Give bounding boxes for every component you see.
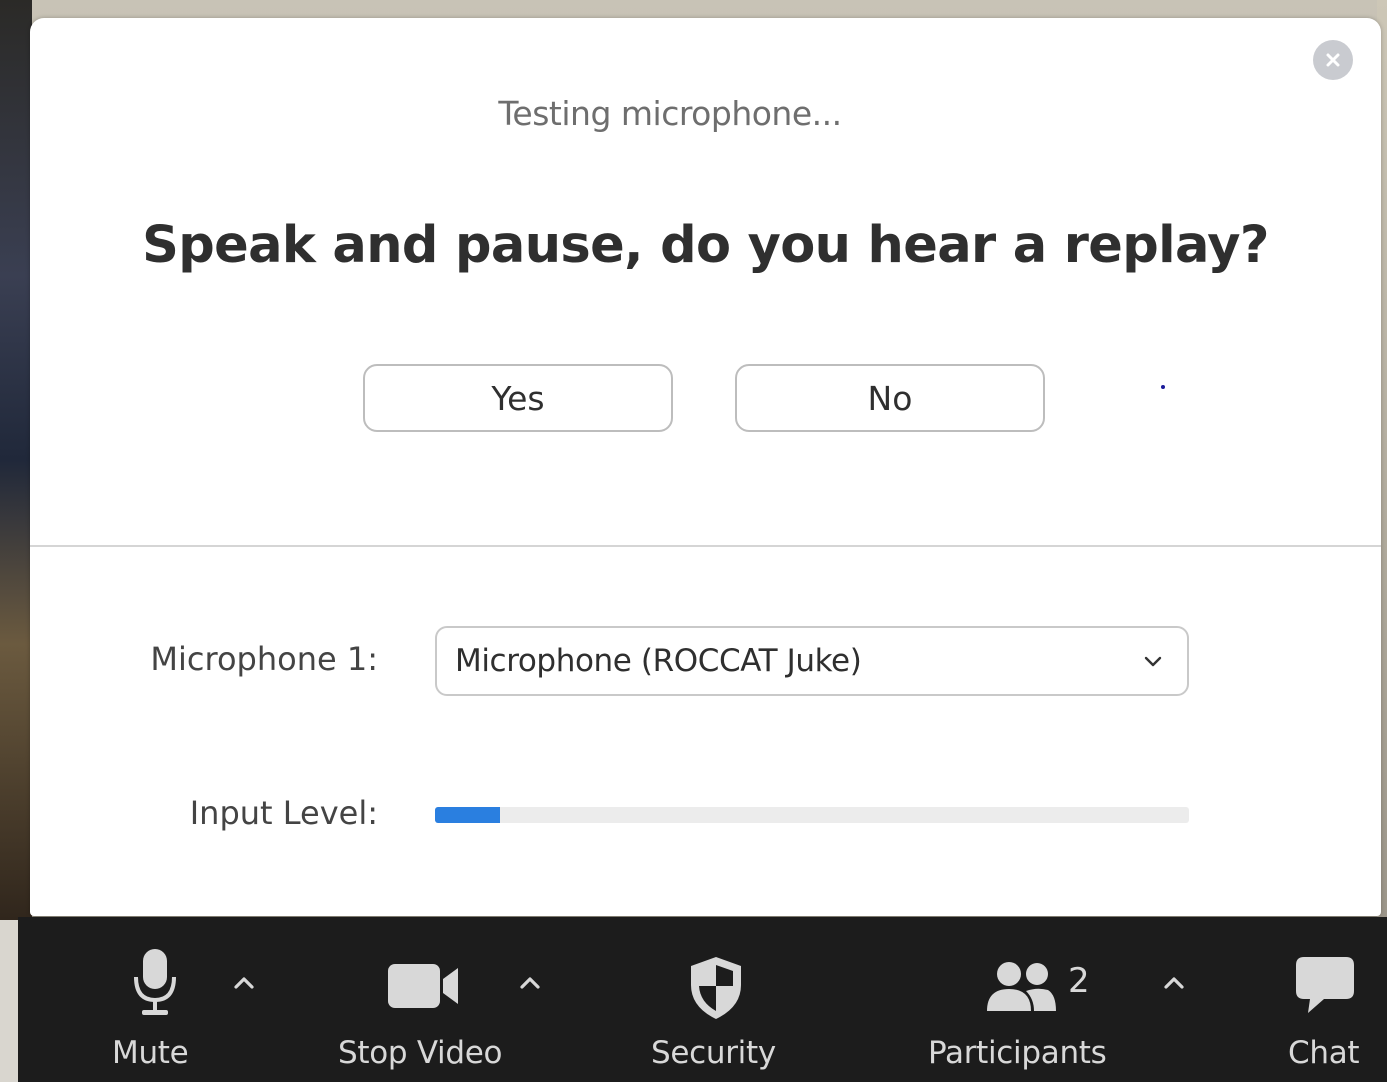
chevron-down-icon bbox=[1144, 656, 1162, 667]
close-button[interactable] bbox=[1313, 40, 1353, 80]
chat-button[interactable]: Chat bbox=[1280, 917, 1380, 1082]
status-text: Testing microphone... bbox=[498, 94, 842, 133]
microphone-test-dialog: Testing microphone... Speak and pause, d… bbox=[30, 18, 1381, 916]
input-level-label: Input Level: bbox=[189, 794, 378, 832]
yes-button[interactable]: Yes bbox=[363, 364, 673, 432]
stop-video-label: Stop Video bbox=[338, 1035, 503, 1071]
no-button[interactable]: No bbox=[735, 364, 1045, 432]
video-camera-icon bbox=[388, 964, 458, 1008]
background-video-left-edge bbox=[0, 0, 32, 920]
participants-label: Participants bbox=[928, 1035, 1107, 1071]
shield-icon bbox=[691, 957, 741, 1019]
chat-label: Chat bbox=[1288, 1035, 1360, 1071]
caret-up-icon[interactable] bbox=[231, 974, 257, 992]
security-button[interactable]: Security bbox=[646, 917, 786, 1082]
stop-video-button[interactable]: Stop Video bbox=[336, 917, 516, 1082]
caret-up-icon[interactable] bbox=[517, 974, 543, 992]
participants-icon bbox=[987, 962, 1056, 1011]
mute-label: Mute bbox=[112, 1035, 189, 1071]
dialog-question: Speak and pause, do you hear a replay? bbox=[142, 216, 1269, 275]
caret-up-icon[interactable] bbox=[1161, 974, 1187, 992]
close-icon bbox=[1326, 53, 1340, 67]
microphone-select[interactable]: Microphone (ROCCAT Juke) bbox=[435, 626, 1189, 696]
participants-count: 2 bbox=[1068, 961, 1090, 1001]
divider bbox=[30, 545, 1381, 547]
input-level-fill bbox=[435, 807, 500, 823]
security-label: Security bbox=[651, 1035, 776, 1071]
microphone-select-value: Microphone (ROCCAT Juke) bbox=[455, 643, 862, 679]
chat-bubble-icon bbox=[1296, 957, 1354, 1013]
microphone-label: Microphone 1: bbox=[150, 640, 378, 678]
stray-dot bbox=[1161, 385, 1165, 389]
input-level-meter bbox=[435, 807, 1189, 823]
meeting-toolbar: Mute Stop Video Security 2 Participants bbox=[18, 917, 1387, 1082]
microphone-icon bbox=[134, 949, 176, 1015]
mute-button[interactable]: Mute bbox=[106, 917, 216, 1082]
participants-button[interactable]: 2 Participants bbox=[926, 917, 1126, 1082]
